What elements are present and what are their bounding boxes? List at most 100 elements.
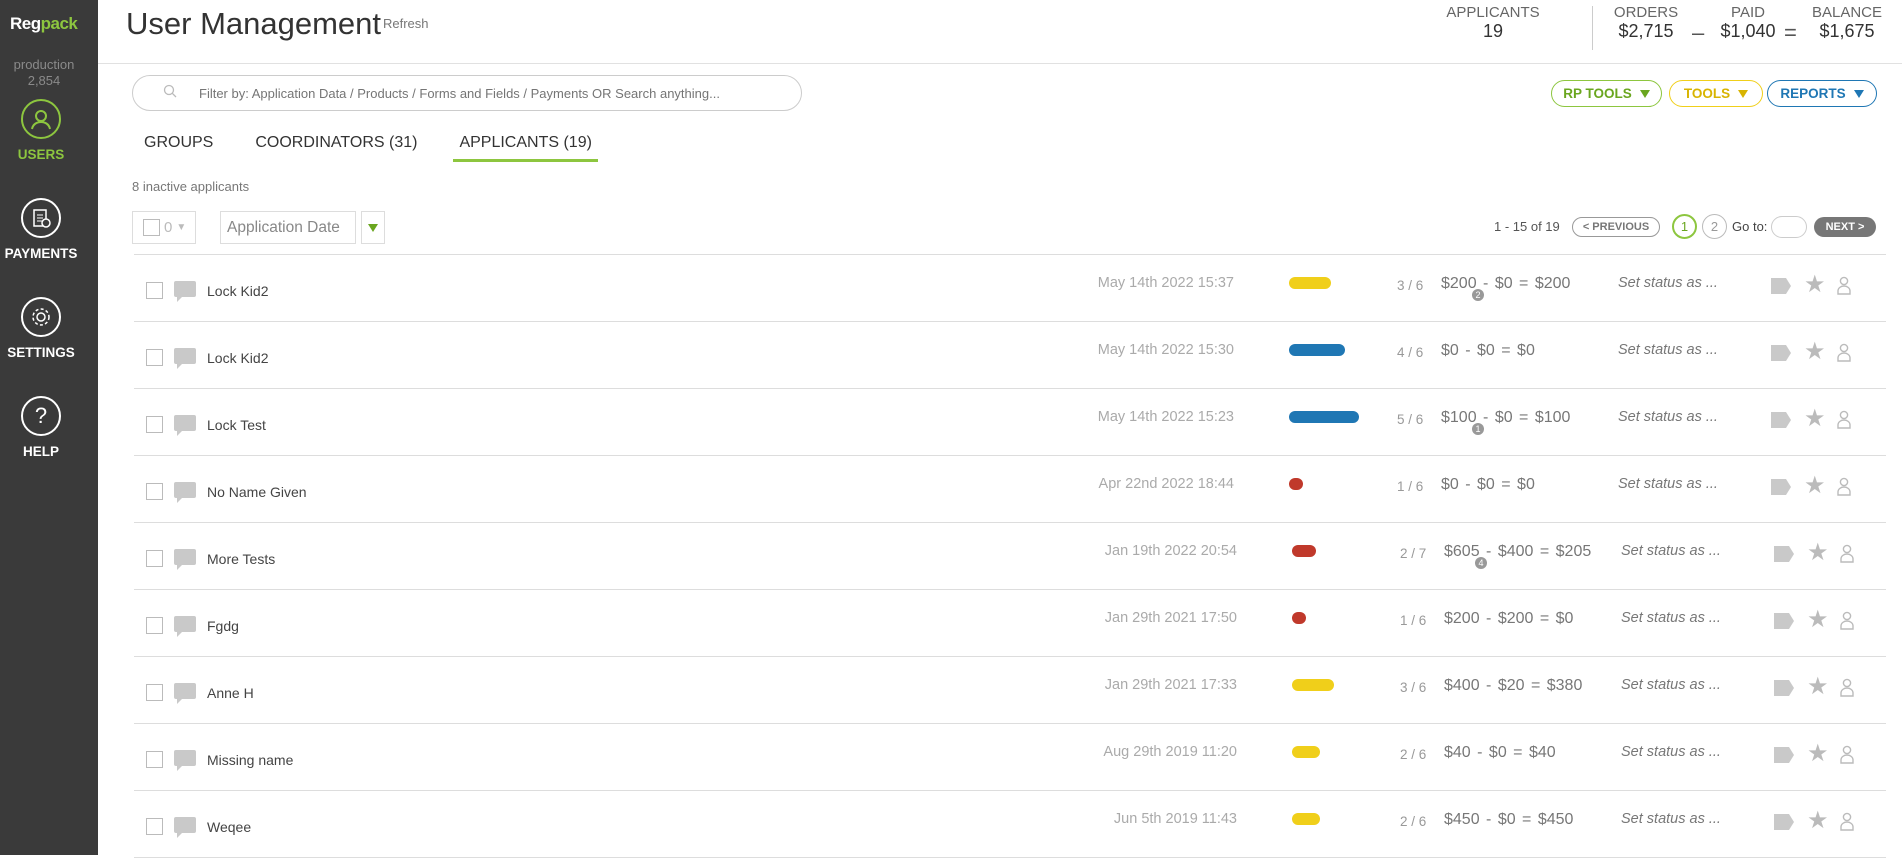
comment-icon[interactable] (174, 683, 196, 704)
person-icon[interactable] (1837, 476, 1851, 501)
person-icon[interactable] (1837, 275, 1851, 300)
search-bar[interactable] (132, 75, 802, 111)
set-status-link[interactable]: Set status as ... (1618, 342, 1718, 358)
row-checkbox[interactable] (146, 550, 163, 567)
tab-applicants[interactable]: APPLICANTS (19) (453, 134, 598, 162)
person-icon[interactable] (1840, 543, 1854, 568)
tag-icon[interactable] (1771, 278, 1791, 294)
row-checkbox[interactable] (146, 751, 163, 768)
tag-icon[interactable] (1774, 613, 1794, 629)
table-row[interactable]: Fgdg Jan 29th 2021 17:50 1 / 6 $200 - $200 … (134, 590, 1886, 657)
tag-icon[interactable] (1771, 345, 1791, 361)
comment-icon[interactable] (174, 616, 196, 637)
applicant-name[interactable]: Missing name (207, 752, 293, 768)
applicant-name[interactable]: Lock Kid2 (207, 283, 268, 299)
tools-button[interactable]: TOOLS (1669, 80, 1763, 107)
previous-button[interactable]: < PREVIOUS (1572, 217, 1660, 237)
star-icon[interactable]: ★ (1804, 340, 1826, 364)
table-row[interactable]: Weqee Jun 5th 2019 11:43 2 / 6 $450 - $0 = … (134, 791, 1886, 858)
comment-icon[interactable] (174, 817, 196, 838)
person-icon[interactable] (1840, 811, 1854, 836)
table-row[interactable]: Lock Kid2 May 14th 2022 15:37 3 / 6 $200 - … (134, 255, 1886, 322)
star-icon[interactable]: ★ (1807, 809, 1829, 833)
table-row[interactable]: Anne H Jan 29th 2021 17:33 3 / 6 $400 - $20… (134, 657, 1886, 724)
goto-input[interactable] (1771, 216, 1807, 238)
tab-groups[interactable]: GROUPS (138, 134, 219, 162)
set-status-link[interactable]: Set status as ... (1621, 677, 1721, 693)
tag-icon[interactable] (1774, 747, 1794, 763)
applicant-name[interactable]: Weqee (207, 819, 251, 835)
comment-icon[interactable] (174, 750, 196, 771)
inactive-applicants-link[interactable]: 8 inactive applicants (132, 179, 249, 194)
row-checkbox[interactable] (146, 818, 163, 835)
stat-value: 19 (1482, 21, 1504, 41)
sidebar-item-help[interactable]: ? HELP (0, 396, 82, 459)
tag-icon[interactable] (1771, 412, 1791, 428)
person-icon[interactable] (1840, 610, 1854, 635)
set-status-link[interactable]: Set status as ... (1618, 275, 1718, 291)
row-checkbox[interactable] (146, 416, 163, 433)
star-icon[interactable]: ★ (1807, 608, 1829, 632)
sidebar-item-payments[interactable]: PAYMENTS (0, 198, 82, 261)
set-status-link[interactable]: Set status as ... (1618, 476, 1718, 492)
person-icon[interactable] (1837, 409, 1851, 434)
tag-icon[interactable] (1771, 479, 1791, 495)
person-icon[interactable] (1837, 342, 1851, 367)
comment-icon[interactable] (174, 482, 196, 503)
main-content: User Management Refresh APPLICANTS 19 OR… (98, 0, 1902, 858)
table-row[interactable]: Missing name Aug 29th 2019 11:20 2 / 6 $40 … (134, 724, 1886, 791)
sort-dropdown-button[interactable] (361, 211, 385, 244)
tag-icon[interactable] (1774, 546, 1794, 562)
star-icon[interactable]: ★ (1807, 742, 1829, 766)
sort-select[interactable]: Application Date (220, 211, 356, 244)
select-all-checkbox[interactable] (143, 219, 160, 236)
applicant-name[interactable]: More Tests (207, 551, 275, 567)
star-icon[interactable]: ★ (1804, 273, 1826, 297)
star-icon[interactable]: ★ (1807, 675, 1829, 699)
row-checkbox[interactable] (146, 684, 163, 701)
comment-icon[interactable] (174, 415, 196, 436)
row-checkbox[interactable] (146, 483, 163, 500)
person-icon[interactable] (1840, 744, 1854, 769)
regpack-logo[interactable]: Regpack (10, 14, 78, 34)
bulk-select[interactable]: 0 ▼ (132, 211, 196, 244)
applicant-name[interactable]: Lock Kid2 (207, 350, 268, 366)
person-icon[interactable] (1840, 677, 1854, 702)
applicant-list: Lock Kid2 May 14th 2022 15:37 3 / 6 $200 - … (134, 254, 1886, 858)
tag-icon[interactable] (1774, 814, 1794, 830)
comment-icon[interactable] (174, 549, 196, 570)
set-status-link[interactable]: Set status as ... (1621, 744, 1721, 760)
comment-icon[interactable] (174, 348, 196, 369)
table-row[interactable]: Lock Kid2 May 14th 2022 15:30 4 / 6 $0 - $0… (134, 322, 1886, 389)
applicant-name[interactable]: No Name Given (207, 484, 307, 500)
set-status-link[interactable]: Set status as ... (1621, 610, 1721, 626)
tab-coordinators[interactable]: COORDINATORS (31) (249, 134, 423, 162)
refresh-link[interactable]: Refresh (383, 16, 429, 31)
search-input[interactable] (197, 84, 761, 102)
page-2-button[interactable]: 2 (1702, 214, 1727, 239)
row-checkbox[interactable] (146, 282, 163, 299)
next-button[interactable]: NEXT > (1814, 217, 1876, 237)
sidebar-item-users[interactable]: USERS (0, 99, 82, 162)
applicant-name[interactable]: Anne H (207, 685, 254, 701)
payment-summary: $40 - $0 = $40 (1444, 744, 1556, 761)
star-icon[interactable]: ★ (1804, 474, 1826, 498)
applicant-name[interactable]: Lock Test (207, 417, 266, 433)
star-icon[interactable]: ★ (1807, 541, 1829, 565)
reports-button[interactable]: REPORTS (1767, 80, 1877, 107)
sidebar-item-settings[interactable]: SETTINGS (0, 297, 82, 360)
set-status-link[interactable]: Set status as ... (1621, 543, 1721, 559)
row-checkbox[interactable] (146, 349, 163, 366)
comment-icon[interactable] (174, 281, 196, 302)
applicant-name[interactable]: Fgdg (207, 618, 239, 634)
set-status-link[interactable]: Set status as ... (1618, 409, 1718, 425)
tag-icon[interactable] (1774, 680, 1794, 696)
set-status-link[interactable]: Set status as ... (1621, 811, 1721, 827)
table-row[interactable]: More Tests Jan 19th 2022 20:54 2 / 7 $605 -… (134, 523, 1886, 590)
row-checkbox[interactable] (146, 617, 163, 634)
table-row[interactable]: Lock Test May 14th 2022 15:23 5 / 6 $100 - … (134, 389, 1886, 456)
page-1-button[interactable]: 1 (1672, 214, 1697, 239)
star-icon[interactable]: ★ (1804, 407, 1826, 431)
table-row[interactable]: No Name Given Apr 22nd 2022 18:44 1 / 6 $0 … (134, 456, 1886, 523)
rp-tools-button[interactable]: RP TOOLS (1551, 80, 1662, 107)
